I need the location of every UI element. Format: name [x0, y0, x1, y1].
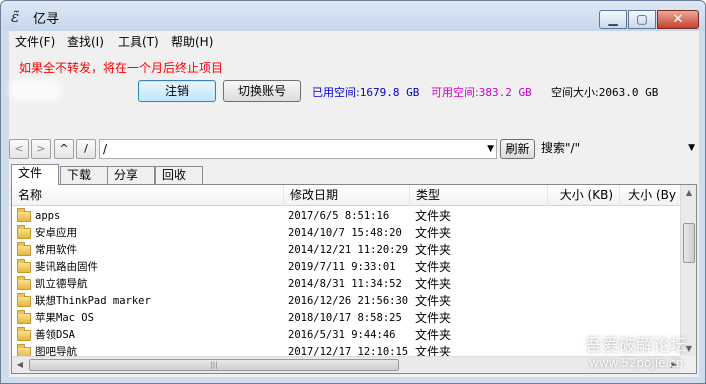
file-name: 斐讯路由固件 [35, 261, 98, 273]
minimize-button[interactable]: ▁ [599, 10, 627, 29]
file-name: 苹果Mac OS [35, 312, 94, 324]
search-dropdown-icon[interactable]: ▼ [688, 139, 695, 157]
up-button[interactable]: ^ [54, 139, 74, 159]
back-button[interactable]: < [9, 139, 29, 159]
menu-help[interactable]: 帮助(H) [171, 33, 213, 50]
switch-account-button[interactable]: 切换账号 [223, 80, 301, 102]
horizontal-scroll-thumb[interactable]: ||| [29, 359, 399, 371]
list-item[interactable]: 斐讯路由固件 2019/7/11 9:33:01 文件夹 [12, 259, 682, 276]
file-name: 凯立德导航 [35, 278, 88, 290]
list-header: 名称 修改日期 类型 大小 (KB) 大小 (By [12, 185, 682, 206]
scroll-left-icon[interactable]: ◀ [12, 357, 28, 373]
root-slash-icon: / [84, 142, 88, 155]
file-modified: 2019/7/11 9:33:01 [288, 261, 396, 273]
file-name: 善领DSA [35, 329, 75, 341]
file-name: 联想ThinkPad marker [35, 295, 151, 307]
folder-icon [17, 208, 31, 222]
scroll-up-icon[interactable]: ▲ [681, 185, 696, 201]
column-modified[interactable]: 修改日期 [284, 185, 410, 206]
folder-icon [17, 310, 31, 324]
watermark-url: www.52pojie.cn [589, 356, 684, 370]
blurred-username [13, 83, 57, 97]
notice-text: 如果全不转发，将在一个月后终止项目 [19, 61, 224, 75]
file-type: 文件夹 [415, 294, 452, 308]
file-type: 文件夹 [415, 277, 452, 291]
list-item[interactable]: 常用软件 2014/12/21 11:20:29 文件夹 [12, 242, 682, 259]
file-name: apps [35, 210, 61, 222]
folder-icon [17, 276, 31, 290]
column-type[interactable]: 类型 [410, 185, 548, 206]
column-name[interactable]: 名称 [12, 185, 284, 206]
menu-find[interactable]: 查找(I) [67, 33, 104, 50]
used-space: 已用空间:1679.8 GB [312, 86, 420, 99]
forum-watermark: 吾爱破解论坛 www.52pojie.cn [579, 323, 697, 377]
root-button[interactable]: / [76, 139, 96, 159]
file-modified: 2016/12/26 21:56:30 [288, 295, 409, 307]
menu-file[interactable]: 文件(F) [15, 33, 55, 50]
tab-files[interactable]: 文件 [11, 164, 59, 185]
search-combobox[interactable]: 搜索"/" ▼ [537, 139, 699, 159]
tab-downloads[interactable]: 下载 [60, 166, 108, 185]
file-type: 文件夹 [415, 209, 452, 223]
watermark-title: 吾爱破解论坛 [585, 336, 687, 356]
tab-strip: 文件 下载 分享 回收站 [9, 164, 699, 199]
file-modified: 2014/8/31 11:34:52 [288, 278, 402, 290]
file-modified: 2014/12/21 11:20:29 [288, 244, 409, 256]
file-modified: 2016/5/31 9:44:46 [288, 329, 396, 341]
main-window: ɛ̃ 亿寻 ▁ ▢ ✕ 文件(F) 查找(I) 工具(T) 帮助(H) 如果全不… [0, 0, 706, 384]
minimize-icon: ▁ [608, 12, 618, 26]
path-combobox[interactable]: / ▼ [99, 139, 497, 159]
tab-recycle-bin[interactable]: 回收站 [155, 166, 203, 199]
column-size-kb[interactable]: 大小 (KB) [548, 185, 620, 206]
folder-icon [17, 242, 31, 256]
list-item[interactable]: apps 2017/6/5 8:51:16 文件夹 [12, 208, 682, 225]
forward-button[interactable]: > [31, 139, 51, 159]
maximize-button[interactable]: ▢ [628, 10, 656, 29]
file-modified: 2014/10/7 15:48:20 [288, 227, 402, 239]
file-type: 文件夹 [415, 226, 452, 240]
file-name: 常用软件 [35, 244, 77, 256]
path-value: / [103, 142, 108, 156]
chevron-left-icon: < [14, 142, 24, 155]
total-space: 空间大小:2063.0 GB [551, 86, 659, 99]
arrow-up-icon: ^ [59, 142, 69, 155]
file-type: 文件夹 [415, 328, 452, 342]
file-type: 文件夹 [415, 311, 452, 325]
list-item[interactable]: 联想ThinkPad marker 2016/12/26 21:56:30 文件夹 [12, 293, 682, 310]
column-size-bytes[interactable]: 大小 (By [620, 185, 682, 206]
title-bar[interactable]: ɛ̃ 亿寻 ▁ ▢ ✕ [1, 1, 705, 31]
vertical-scroll-thumb[interactable] [683, 223, 695, 263]
maximize-icon: ▢ [636, 12, 648, 26]
file-type: 文件夹 [415, 260, 452, 274]
available-space: 可用空间:383.2 GB [431, 86, 532, 99]
list-item[interactable]: 安卓应用 2014/10/7 15:48:20 文件夹 [12, 225, 682, 242]
close-icon: ✕ [672, 12, 684, 27]
file-name: 安卓应用 [35, 227, 77, 239]
file-type: 文件夹 [415, 243, 452, 257]
file-modified: 2018/10/17 8:58:25 [288, 312, 402, 324]
close-button[interactable]: ✕ [657, 10, 699, 29]
refresh-button[interactable]: 刷新 [500, 139, 535, 159]
folder-icon [17, 225, 31, 239]
search-value: 搜索"/" [541, 141, 581, 155]
chevron-right-icon: > [36, 142, 46, 155]
list-item[interactable]: 凯立德导航 2014/8/31 11:34:52 文件夹 [12, 276, 682, 293]
tab-shares[interactable]: 分享 [107, 166, 155, 185]
logout-button[interactable]: 注销 [138, 80, 216, 102]
folder-icon [17, 327, 31, 341]
window-title: 亿寻 [33, 12, 60, 27]
file-modified: 2017/6/5 8:51:16 [288, 210, 390, 222]
dropdown-arrow-icon[interactable]: ▼ [487, 140, 494, 158]
menu-bar: 文件(F) 查找(I) 工具(T) 帮助(H) [9, 31, 699, 51]
menu-tools[interactable]: 工具(T) [118, 33, 159, 50]
folder-icon [17, 259, 31, 273]
navigation-bar: < > ^ / / ▼ 刷新 搜索"/" ▼ [9, 139, 699, 161]
folder-icon [17, 293, 31, 307]
app-icon: ɛ̃ [11, 8, 20, 26]
